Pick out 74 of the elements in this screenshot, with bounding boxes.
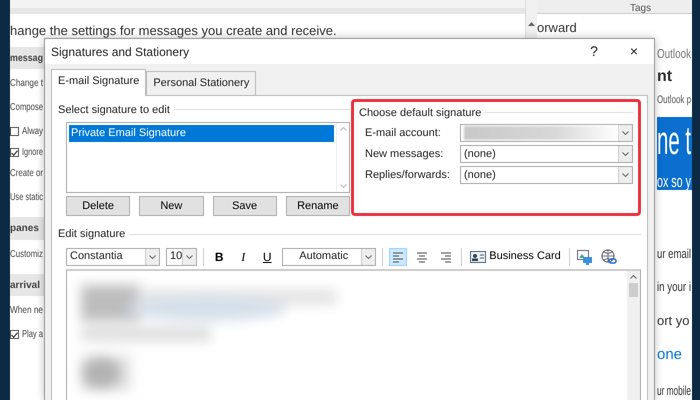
option-text: Create or: [10, 167, 44, 181]
checkbox-label: Play a: [22, 328, 43, 342]
section-heading: messag: [10, 52, 43, 66]
caret-icon: [622, 131, 629, 135]
caret-icon: [186, 254, 194, 258]
font-dropdown[interactable]: Constantia: [66, 248, 160, 266]
color-dropdown[interactable]: Automatic: [282, 248, 376, 266]
action-button[interactable]: Save: [212, 196, 277, 216]
pane-text: in your i: [657, 278, 691, 296]
group-label: Choose default signature: [359, 106, 482, 120]
pane-text: orward: [537, 19, 577, 37]
hyperlink-button[interactable]: [600, 248, 618, 266]
group-label: Select signature to edit: [58, 102, 170, 118]
help-button[interactable]: ?: [574, 41, 614, 62]
pane-text: ur mobile: [657, 382, 691, 400]
business-card-button[interactable]: Business Card: [468, 248, 563, 265]
underline-button[interactable]: U: [258, 248, 276, 266]
pane-text: Outlook p: [657, 93, 691, 108]
list-item[interactable]: Private Email Signature: [69, 125, 334, 142]
tab[interactable]: Personal Stationery: [146, 71, 256, 94]
caret-icon: [149, 254, 156, 258]
pane-heading: nt: [657, 67, 672, 87]
card-icon: [470, 250, 486, 262]
pane-text: ort yo: [657, 312, 690, 330]
checkbox[interactable]: [10, 330, 19, 339]
caret-icon: [622, 152, 629, 156]
caret-icon: [365, 254, 372, 258]
checkbox-label: Alway: [22, 125, 43, 139]
tab[interactable]: E-mail Signature: [51, 69, 146, 96]
option-text: Compose: [10, 101, 43, 115]
close-button[interactable]: ×: [614, 41, 654, 62]
caret-icon: [622, 173, 629, 177]
check-icon: [11, 150, 18, 156]
pane-link[interactable]: one: [657, 344, 682, 366]
group-label: Edit signature: [58, 227, 126, 242]
insert-picture-button[interactable]: [576, 248, 594, 266]
action-button[interactable]: New: [139, 196, 204, 216]
option-text: Customiz: [10, 248, 44, 262]
checkbox[interactable]: [10, 127, 19, 136]
globe-link-icon: [600, 248, 617, 264]
check-icon: [11, 332, 18, 338]
align-left-button[interactable]: [389, 248, 408, 266]
field-label: Replies/forwards:: [364, 168, 451, 183]
action-button[interactable]: Rename: [286, 196, 350, 216]
italic-button[interactable]: I: [234, 248, 252, 266]
picture-icon: [576, 248, 593, 264]
scroll-up-icon: [340, 127, 346, 131]
option-text: When ne: [10, 304, 43, 318]
scroll-up-icon: [528, 22, 535, 26]
pane-text: ur email: [657, 244, 691, 262]
option-text: Change t: [10, 77, 43, 91]
column-header: Tags: [630, 3, 652, 15]
scroll-down-icon: [340, 184, 346, 188]
size-dropdown[interactable]: 10: [166, 248, 198, 266]
banner-title: ne t: [657, 118, 692, 162]
dropdown[interactable]: (none): [460, 145, 633, 163]
scroll-thumb[interactable]: [629, 282, 638, 296]
field-label: E-mail account:: [364, 126, 442, 141]
checkbox[interactable]: [10, 148, 19, 157]
pane-text: Outlook: [657, 44, 692, 62]
intro-text: hange the settings for messages you create and receive.: [10, 22, 337, 40]
window-title: Signatures and Stationery: [51, 44, 190, 60]
checkbox-label: Ignore: [22, 146, 43, 160]
option-text: Use static: [10, 191, 44, 205]
section-heading: arrival: [10, 278, 40, 292]
align-center-icon: [415, 250, 430, 262]
section-heading: panes: [10, 222, 39, 236]
bold-button[interactable]: B: [210, 248, 228, 266]
align-right-icon: [439, 250, 454, 262]
action-button[interactable]: Delete: [66, 196, 130, 216]
scroll-up-icon: [630, 274, 637, 278]
align-left-icon: [391, 250, 406, 262]
field-label: New messages:: [364, 146, 444, 162]
dropdown[interactable]: (none): [460, 166, 633, 184]
